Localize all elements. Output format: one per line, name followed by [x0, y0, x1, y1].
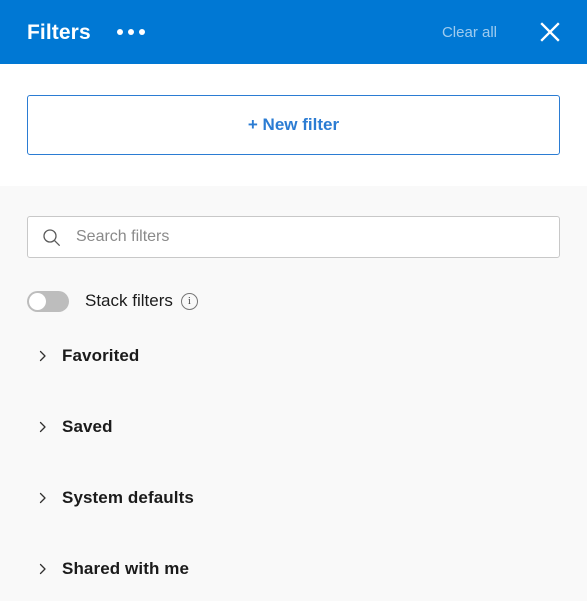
search-input[interactable]: [27, 216, 560, 258]
toggle-knob: [29, 292, 46, 310]
info-icon[interactable]: i: [180, 292, 198, 310]
section-shared-with-me[interactable]: Shared with me: [27, 554, 560, 584]
stack-filters-toggle[interactable]: [27, 290, 69, 312]
page-title: Filters: [27, 20, 91, 44]
filters-panel: Filters Clear all + New filter Search fi…: [0, 0, 587, 601]
ellipsis-dot: [116, 29, 123, 35]
ellipsis-dot: [138, 29, 145, 35]
clear-all-button[interactable]: Clear all: [438, 18, 501, 47]
section-favorited[interactable]: Favorited: [27, 341, 560, 371]
chevron-right-icon: [36, 491, 50, 505]
section-label: System defaults: [62, 488, 194, 507]
search-field-wrapper: [27, 216, 560, 258]
panel-header: Filters Clear all: [0, 0, 587, 64]
filters-body: Stack filters i Favorited Saved: [0, 186, 587, 601]
stack-filters-row: Stack filters i: [27, 289, 560, 313]
section-saved[interactable]: Saved: [27, 412, 560, 442]
section-label: Favorited: [62, 346, 140, 365]
new-filter-button[interactable]: + New filter: [27, 95, 560, 155]
chevron-right-icon: [36, 420, 50, 434]
section-label: Saved: [62, 417, 113, 436]
chevron-right-icon: [36, 562, 50, 576]
section-system-defaults[interactable]: System defaults: [27, 483, 560, 513]
chevron-right-icon: [36, 349, 50, 363]
ellipsis-dot: [127, 29, 134, 35]
ellipsis-icon[interactable]: [113, 16, 149, 48]
close-icon[interactable]: [527, 9, 573, 55]
stack-filters-label: Stack filters: [85, 291, 173, 310]
section-label: Shared with me: [62, 559, 190, 578]
filter-sections: Favorited Saved System defaults Shared w…: [27, 341, 560, 584]
new-filter-section: + New filter: [0, 64, 587, 186]
